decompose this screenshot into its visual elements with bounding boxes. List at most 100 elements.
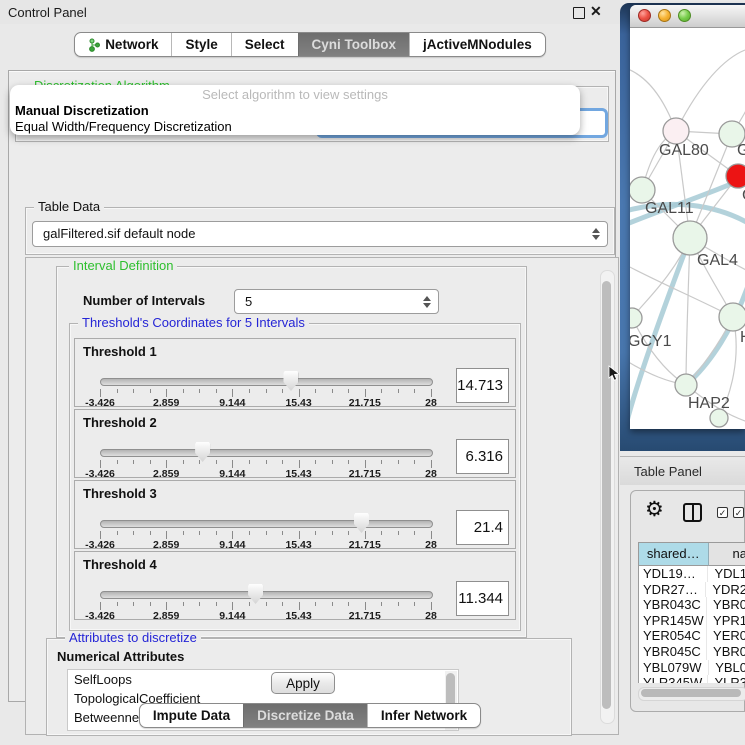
tick-label: 15.43 — [285, 610, 311, 622]
network-canvas[interactable]: GAL80GACGAL11GAL4GCY1HHAP2 — [630, 28, 745, 429]
table-data-combobox[interactable]: galFiltered.sif default node — [32, 221, 608, 247]
tick-mark — [133, 460, 134, 464]
network-node-h[interactable] — [719, 303, 745, 331]
tick-mark — [216, 460, 217, 464]
number-of-intervals-combobox[interactable]: 5 — [234, 289, 439, 314]
panel-vertical-scrollbar[interactable] — [600, 270, 615, 724]
tick-mark — [315, 602, 316, 606]
tick-mark — [100, 389, 101, 397]
network-node-c[interactable] — [726, 164, 745, 188]
slider-thumb[interactable] — [283, 371, 298, 391]
tick-mark — [348, 389, 349, 393]
slider-track[interactable] — [100, 378, 433, 386]
network-node-gal80[interactable] — [663, 118, 689, 144]
tick-label: 9.144 — [219, 539, 245, 551]
tab-label: Network — [105, 37, 158, 52]
threshold-value-field[interactable]: 14.713 — [456, 368, 509, 403]
tab-strip: Impute Data Discretize DataInfer Network — [139, 703, 481, 728]
table-row[interactable]: YBL079WYBL0 — [639, 660, 745, 676]
cell-name: YLR3 — [708, 675, 745, 683]
tick-mark — [199, 531, 200, 535]
apply-button[interactable]: Apply — [271, 672, 335, 694]
slider-thumb[interactable] — [248, 584, 263, 604]
tick-mark — [249, 460, 250, 464]
table-row[interactable]: YDL19…YDL1 — [639, 566, 745, 582]
attribute-list-item[interactable]: SelfLoops — [68, 670, 458, 689]
cell-name: YBR0 — [707, 644, 745, 660]
slider-track[interactable] — [100, 520, 433, 528]
tick-mark — [414, 460, 415, 464]
tick-mark — [398, 531, 399, 535]
table-row[interactable]: YPR145WYPR1 — [639, 613, 745, 629]
tick-mark — [216, 531, 217, 535]
network-node-gcy1[interactable] — [630, 308, 642, 328]
slider-thumb[interactable] — [195, 442, 210, 462]
scrollbar-thumb[interactable] — [602, 281, 611, 709]
cell-shared-name: YDR27… — [639, 582, 706, 598]
float-window-icon[interactable] — [573, 7, 585, 19]
zoom-button[interactable] — [678, 9, 691, 22]
threshold-value-field[interactable]: 6.316 — [456, 439, 509, 474]
tab-label: Impute Data — [153, 708, 230, 723]
tick-mark — [282, 389, 283, 393]
tick-label: 2.859 — [153, 468, 179, 480]
tick-mark — [315, 531, 316, 535]
tick-label: 21.715 — [349, 539, 381, 551]
column-header-shared-name[interactable]: shared… — [639, 543, 709, 566]
tab-infer-network[interactable]: Infer Network — [367, 704, 480, 727]
tab-discretize-data[interactable]: Discretize Data — [243, 704, 367, 727]
tick-mark — [199, 389, 200, 393]
scrollbar-thumb[interactable] — [641, 689, 741, 697]
tick-mark — [348, 460, 349, 464]
threshold-panel-3: Threshold 3-3.4262.8599.14415.4321.71528… — [74, 480, 516, 549]
column-header-name[interactable]: na — [709, 543, 745, 566]
table-row[interactable]: YLR345WYLR3 — [639, 675, 745, 683]
slider-thumb[interactable] — [354, 513, 369, 533]
gear-icon[interactable]: ⚙ — [645, 497, 664, 522]
node-label: H — [740, 329, 745, 346]
control-panel-tab-bar: Network StyleSelectCyni ToolboxjActiveMNo… — [0, 32, 620, 57]
tab-jactivemnodules[interactable]: jActiveMNodules — [409, 33, 545, 56]
slider-track[interactable] — [100, 591, 433, 599]
table-row[interactable]: YDR27…YDR2 — [639, 582, 745, 598]
network-node-hap2[interactable] — [675, 374, 697, 396]
tab-cyni-toolbox[interactable]: Cyni Toolbox — [298, 33, 410, 56]
table-horizontal-scrollbar[interactable] — [638, 687, 745, 701]
minimize-button[interactable] — [658, 9, 671, 22]
network-node-gal4[interactable] — [673, 221, 707, 255]
threshold-label: Threshold 4 — [83, 557, 157, 572]
table-row[interactable]: YBR043CYBR0 — [639, 597, 745, 613]
dropdown-option-manual-discretization[interactable]: Manual Discretization — [10, 103, 580, 119]
network-node[interactable] — [710, 409, 728, 427]
node-table[interactable]: shared… na YDL19…YDL1YDR27…YDR2YBR043CYB… — [638, 542, 745, 683]
tick-mark — [398, 460, 399, 464]
threshold-label: Threshold 2 — [83, 415, 157, 430]
slider-tick-labels: -3.4262.8599.14415.4321.71528 — [100, 539, 431, 550]
close-button[interactable] — [638, 9, 651, 22]
column-layout-icon[interactable] — [683, 503, 702, 522]
tick-label: 28 — [425, 397, 437, 409]
tab-select[interactable]: Select — [231, 33, 298, 56]
interval-definition-title: Interval Definition — [69, 259, 177, 273]
table-row[interactable]: YER054CYER0 — [639, 628, 745, 644]
tick-mark — [232, 602, 233, 610]
tick-mark — [315, 389, 316, 393]
checkbox-icon[interactable]: ✓ — [717, 507, 728, 518]
tab-impute-data[interactable]: Impute Data — [140, 704, 243, 727]
tick-mark — [365, 460, 366, 468]
threshold-value-field[interactable]: 11.344 — [456, 581, 509, 616]
tab-style[interactable]: Style — [171, 33, 230, 56]
table-data-title: Table Data — [34, 200, 104, 214]
table-row[interactable]: YBR045CYBR0 — [639, 644, 745, 660]
node-label: GCY1 — [630, 333, 672, 350]
checkbox-icon[interactable]: ✓ — [733, 507, 744, 518]
cell-name: YDR2 — [706, 582, 745, 598]
tick-mark — [249, 602, 250, 606]
tab-network[interactable]: Network — [75, 33, 171, 56]
mouse-cursor — [608, 365, 620, 382]
slider-track[interactable] — [100, 449, 433, 457]
dropdown-option-equal-width-frequency[interactable]: Equal Width/Frequency Discretization — [10, 119, 580, 135]
tick-mark — [282, 460, 283, 464]
close-icon[interactable]: ✕ — [590, 3, 602, 20]
threshold-value-field[interactable]: 21.4 — [456, 510, 509, 545]
